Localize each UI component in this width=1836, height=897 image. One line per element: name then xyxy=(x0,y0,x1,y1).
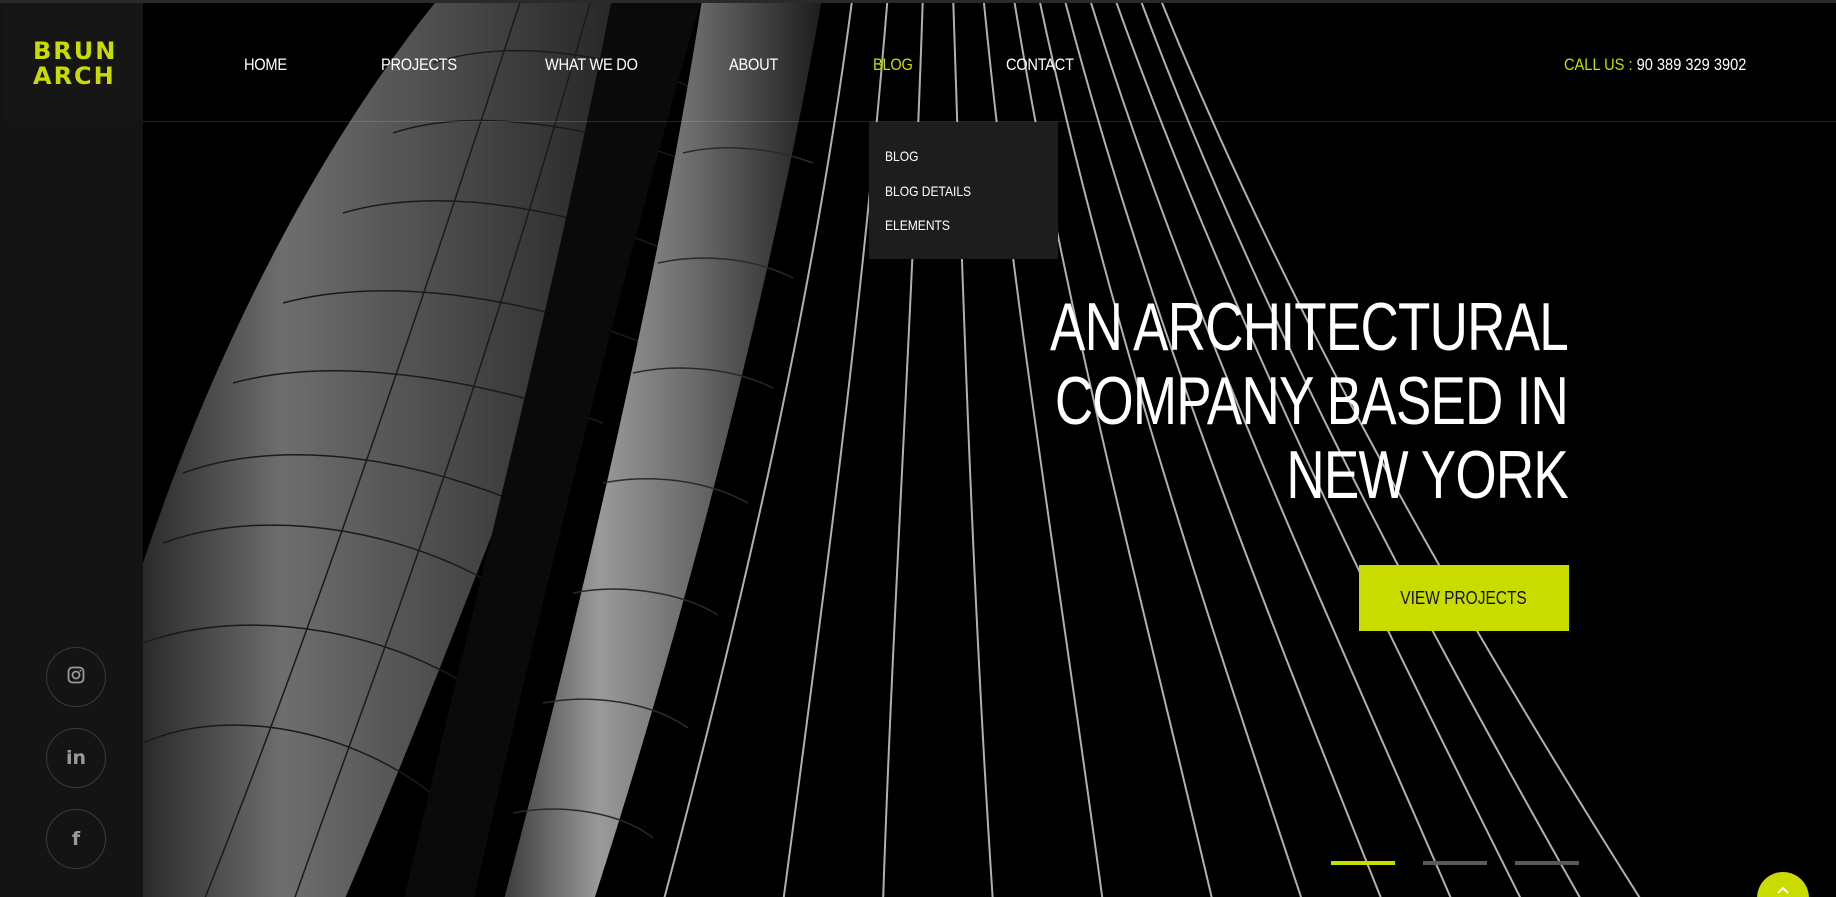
view-projects-button[interactable]: VIEW PROJECTS xyxy=(1359,565,1569,631)
slide-indicator-1[interactable] xyxy=(1331,861,1395,865)
headline-line-2: COMPANY BASED IN xyxy=(1054,363,1569,439)
nav-contact[interactable]: CONTACT xyxy=(1006,55,1074,75)
call-us[interactable]: CALL US : 90 389 329 3902 xyxy=(1564,55,1746,75)
nav-what-we-do[interactable]: WHAT WE DO xyxy=(545,55,638,75)
dropdown-item-blog[interactable]: BLOG xyxy=(885,148,918,164)
call-us-number: 90 389 329 3902 xyxy=(1636,55,1747,74)
nav-projects[interactable]: PROJECTS xyxy=(381,55,457,75)
facebook-icon: f xyxy=(71,828,81,850)
slide-indicator-3[interactable] xyxy=(1515,861,1579,865)
headline-line-1: AN ARCHITECTURAL xyxy=(1049,289,1569,365)
hero-headline: AN ARCHITECTURAL COMPANY BASED IN NEW YO… xyxy=(848,289,1569,513)
instagram-icon xyxy=(67,666,85,689)
blog-dropdown-menu: BLOG BLOG DETAILS ELEMENTS xyxy=(869,122,1058,259)
chevron-up-icon xyxy=(1776,882,1790,897)
headline-line-3: NEW YORK xyxy=(1286,437,1568,513)
instagram-link[interactable] xyxy=(46,647,106,707)
nav-home[interactable]: HOME xyxy=(244,55,287,75)
left-sidebar: BRUN ARCH in f xyxy=(0,3,143,897)
logo-line-1: BRUN xyxy=(33,37,118,65)
call-us-label: CALL US : xyxy=(1564,55,1633,74)
logo[interactable]: BRUN ARCH xyxy=(4,3,143,121)
linkedin-icon: in xyxy=(65,747,87,769)
view-projects-label: VIEW PROJECTS xyxy=(1400,587,1528,608)
linkedin-link[interactable]: in xyxy=(46,728,106,788)
nav-blog[interactable]: BLOG xyxy=(873,55,913,75)
site-header: HOME PROJECTS WHAT WE DO ABOUT BLOG CONT… xyxy=(143,3,1836,122)
dropdown-item-blog-details[interactable]: BLOG DETAILS xyxy=(885,183,971,199)
logo-line-2: ARCH xyxy=(33,62,116,90)
nav-about[interactable]: ABOUT xyxy=(729,55,778,75)
facebook-link[interactable]: f xyxy=(46,809,106,869)
dropdown-item-elements[interactable]: ELEMENTS xyxy=(885,217,950,233)
slide-indicator-2[interactable] xyxy=(1423,861,1487,865)
